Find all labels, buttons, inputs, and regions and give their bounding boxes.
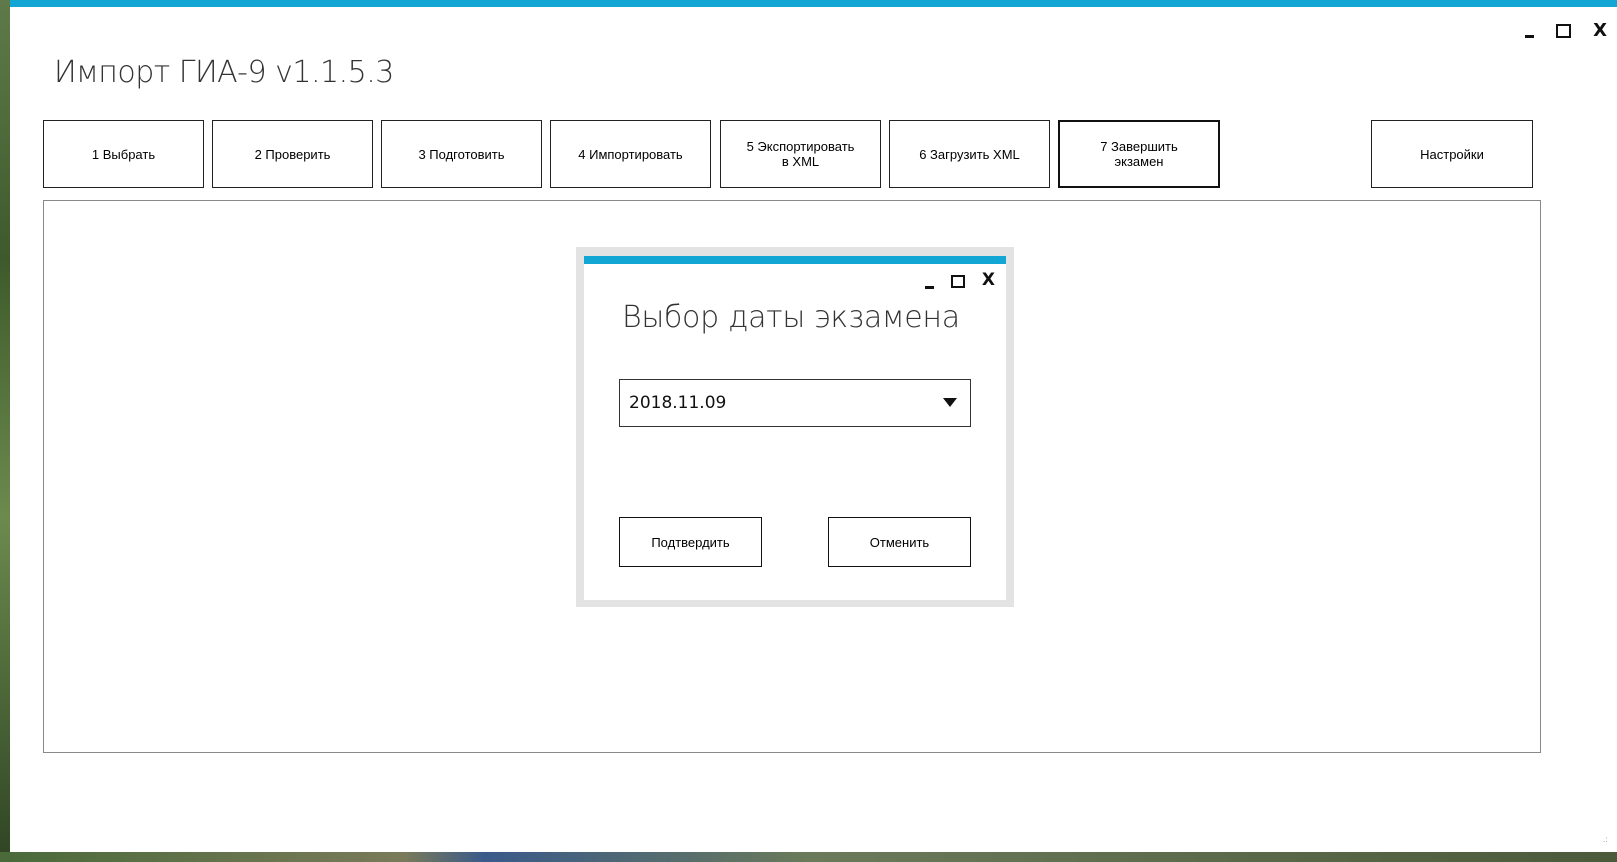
settings-button[interactable]: Настройки xyxy=(1371,120,1533,188)
confirm-button[interactable]: Подтвердить xyxy=(619,517,762,567)
exam-date-dialog: X Выбор даты экзамена 2018.11.09 Подтвер… xyxy=(584,256,1006,600)
minimize-icon[interactable] xyxy=(924,286,934,289)
step-6-load-xml-button[interactable]: 6 Загрузить XML xyxy=(889,120,1050,188)
dialog-title: Выбор даты экзамена xyxy=(622,300,960,335)
step-1-select-button[interactable]: 1 Выбрать xyxy=(43,120,204,188)
step-5-export-xml-button[interactable]: 5 Экспортировать в XML xyxy=(720,120,881,188)
maximize-icon[interactable] xyxy=(1556,24,1572,38)
close-icon[interactable]: X xyxy=(1593,21,1607,41)
close-icon[interactable]: X xyxy=(982,272,995,289)
exam-date-select[interactable]: 2018.11.09 xyxy=(619,379,971,427)
step-3-prepare-button[interactable]: 3 Подготовить xyxy=(381,120,542,188)
minimize-icon[interactable] xyxy=(1525,35,1535,38)
dialog-window-controls: X xyxy=(924,272,995,289)
step-4-import-button[interactable]: 4 Импортировать xyxy=(550,120,711,188)
app-title: Импорт ГИА-9 v1.1.5.3 xyxy=(54,55,394,90)
step-2-check-button[interactable]: 2 Проверить xyxy=(212,120,373,188)
main-window: X Импорт ГИА-9 v1.1.5.3 1 Выбрать 2 Пров… xyxy=(10,0,1617,852)
window-controls: X xyxy=(1525,21,1607,41)
step-7-finish-exam-button[interactable]: 7 Завершить экзамен xyxy=(1058,120,1220,188)
desktop-background-edge xyxy=(0,0,10,862)
maximize-icon[interactable] xyxy=(950,275,965,288)
resize-grip-icon[interactable]: .: xyxy=(1603,836,1613,848)
desktop-background-bottom xyxy=(0,852,1617,862)
cancel-button[interactable]: Отменить xyxy=(828,517,971,567)
chevron-down-icon[interactable] xyxy=(943,398,957,407)
exam-date-value: 2018.11.09 xyxy=(629,393,727,413)
